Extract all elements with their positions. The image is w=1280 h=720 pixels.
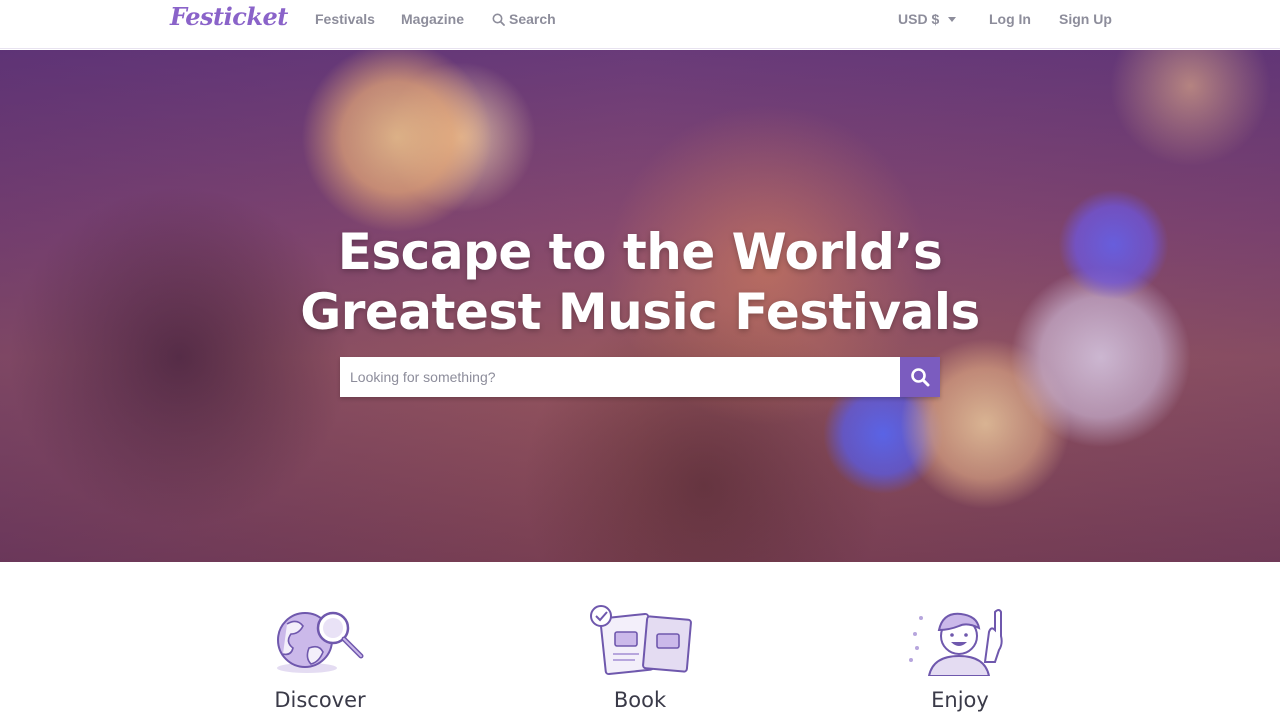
hero-search-bar (340, 357, 940, 397)
feature-enjoy: Enjoy (860, 604, 1060, 712)
hero-title-line-2: Greatest Music Festivals (300, 283, 980, 341)
login-link[interactable]: Log In (989, 11, 1031, 27)
hero-title: Escape to the World’s Greatest Music Fes… (0, 222, 1280, 342)
happy-person-icon (909, 609, 1003, 676)
festicket-logo[interactable]: Festicket (170, 2, 288, 31)
currency-label: USD $ (898, 11, 940, 27)
hero-search-input[interactable] (340, 357, 900, 397)
feature-discover-label: Discover (274, 688, 366, 712)
hero-banner: Escape to the World’s Greatest Music Fes… (0, 50, 1280, 562)
hero-title-line-1: Escape to the World’s (337, 223, 943, 281)
currency-selector[interactable]: USD $ (898, 11, 957, 27)
feature-book: Book (540, 604, 740, 712)
feature-book-label: Book (613, 688, 667, 712)
hero-search-button[interactable] (900, 357, 940, 397)
globe-magnifier-icon (277, 611, 364, 673)
tickets-icon (590, 605, 692, 676)
nav-link-search[interactable]: Search (492, 11, 556, 27)
nav-link-festivals[interactable]: Festivals (315, 11, 375, 27)
search-icon (492, 13, 505, 26)
signup-link[interactable]: Sign Up (1059, 11, 1112, 27)
chevron-down-icon (948, 16, 957, 22)
top-navbar: Festicket Festivals Magazine Search USD … (0, 0, 1280, 49)
nav-link-magazine[interactable]: Magazine (401, 11, 464, 27)
search-icon (911, 368, 930, 387)
feature-enjoy-label: Enjoy (931, 688, 989, 712)
nav-search-label: Search (509, 11, 556, 27)
feature-discover: Discover (220, 604, 420, 712)
